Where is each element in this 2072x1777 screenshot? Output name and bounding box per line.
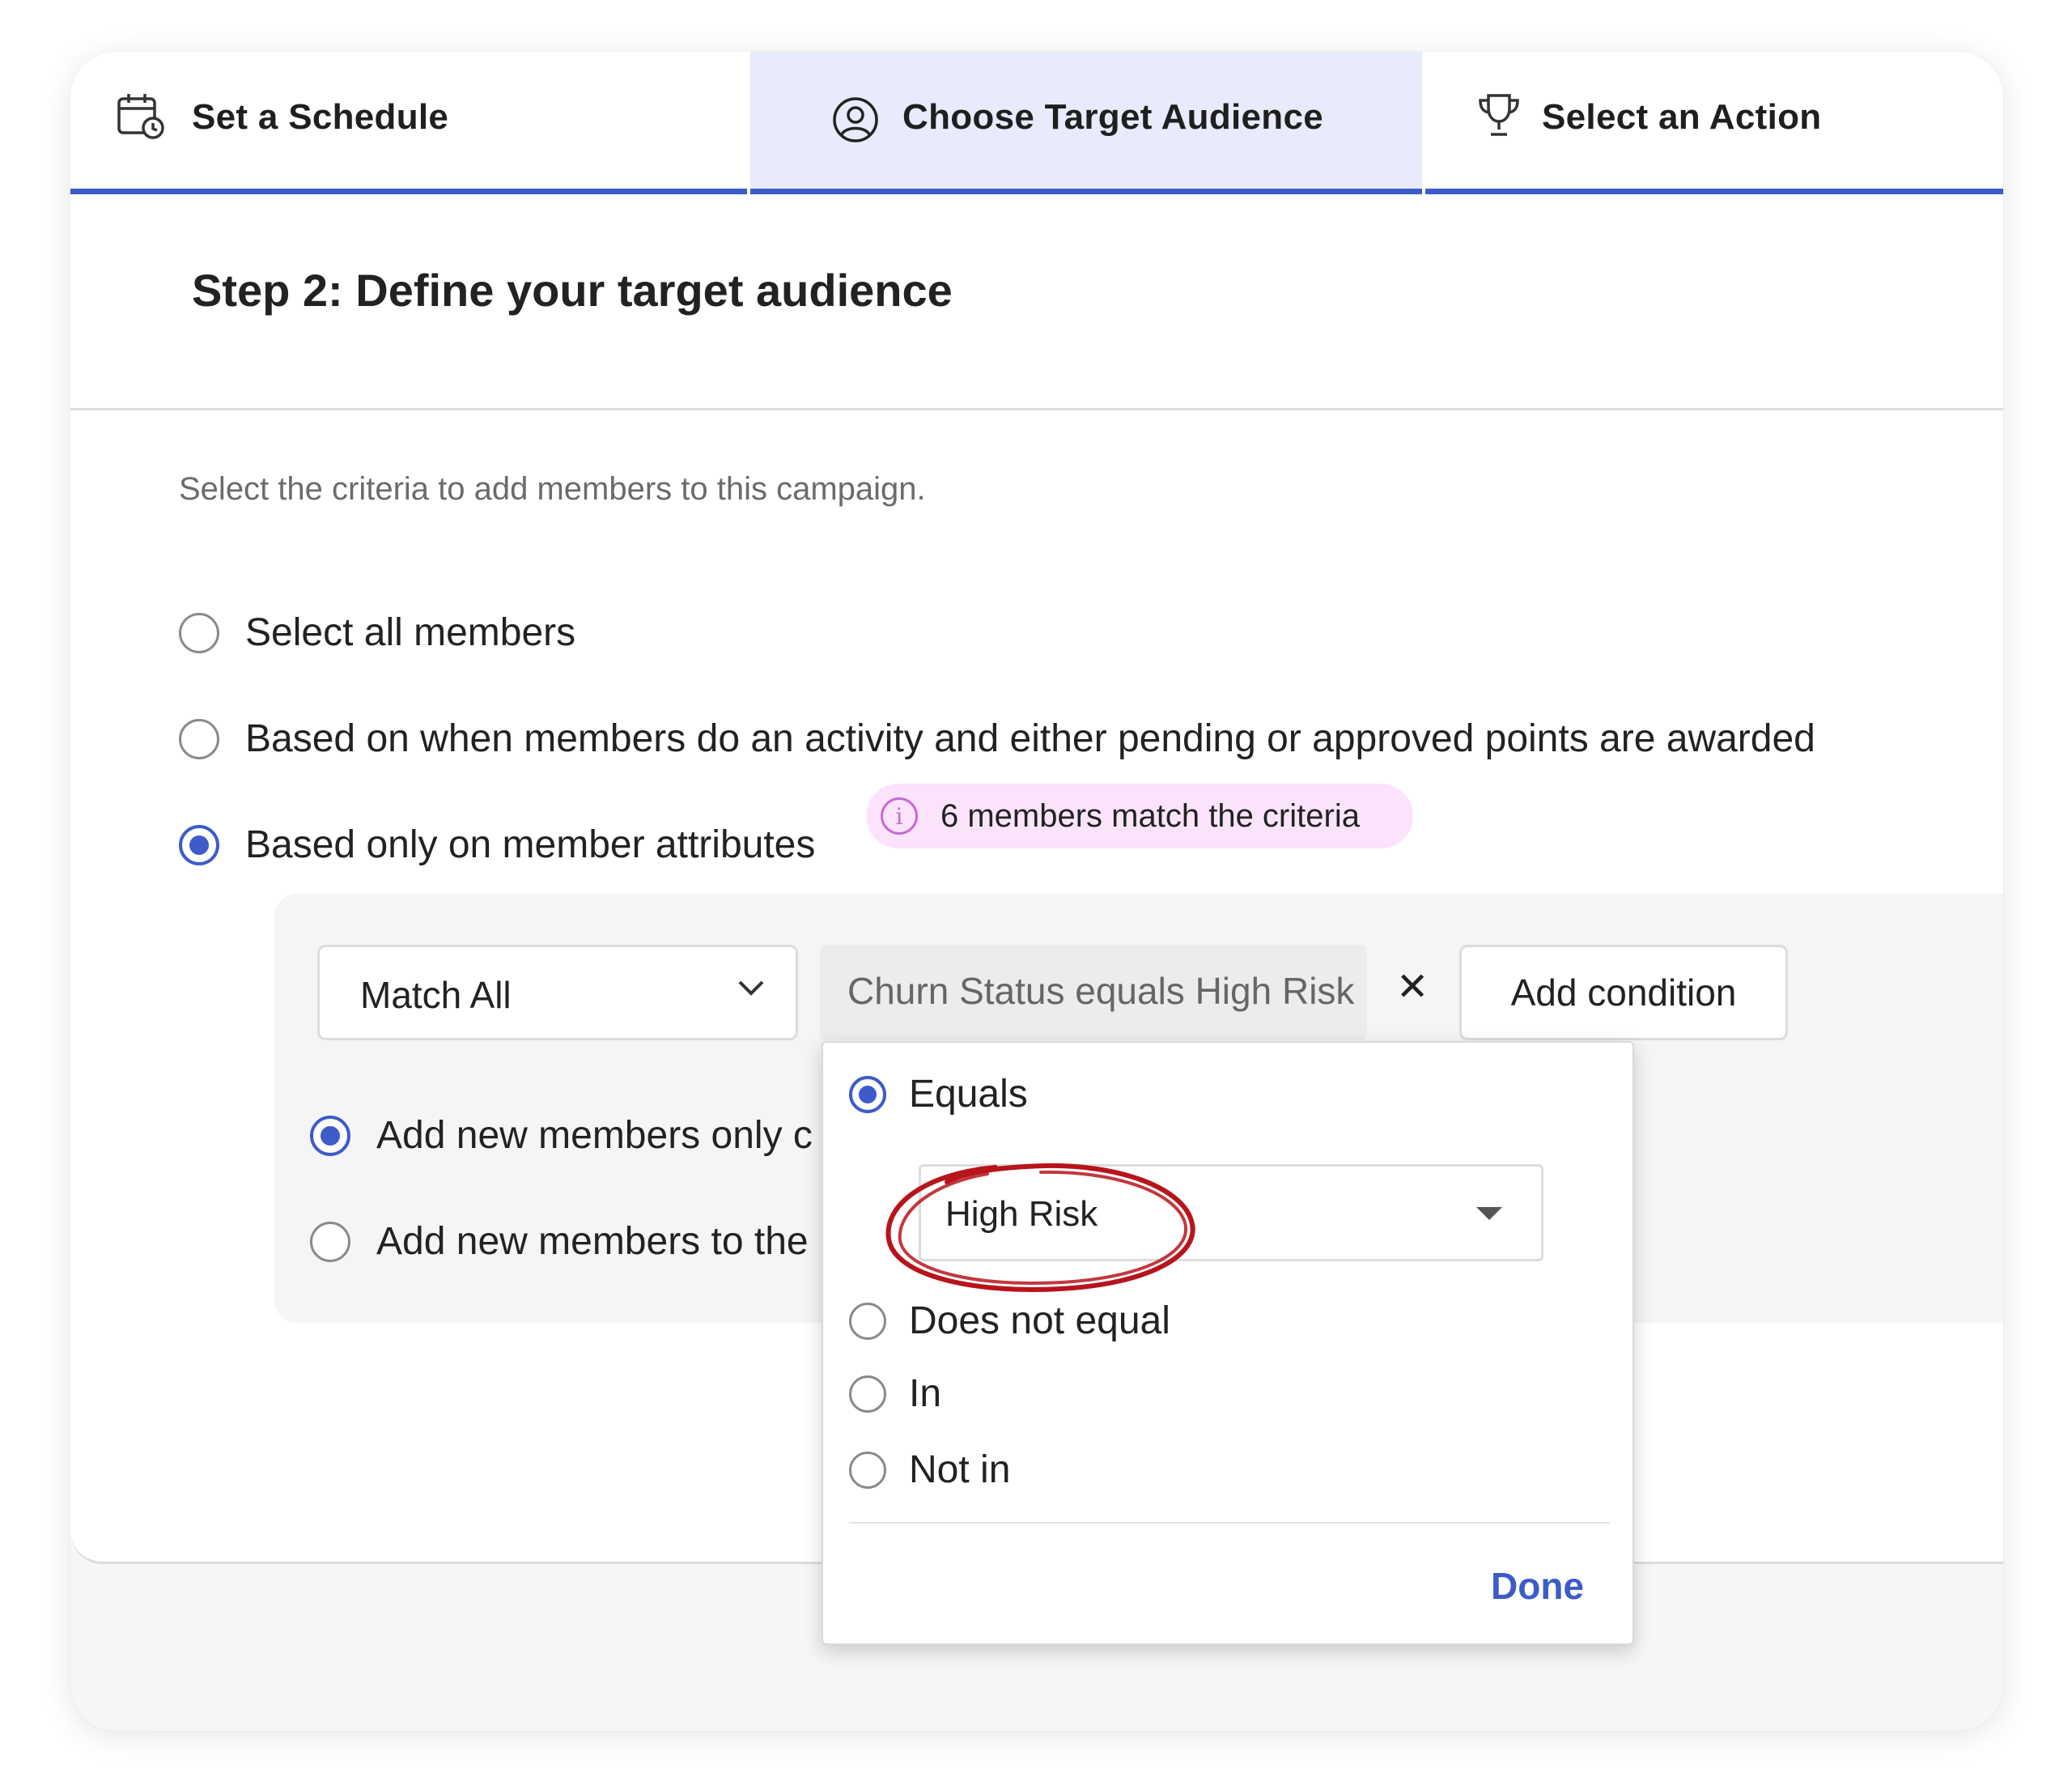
- divider: [70, 408, 2003, 410]
- user-circle-icon: [831, 96, 880, 148]
- operator-option-in[interactable]: In: [849, 1371, 941, 1416]
- option-label: Add new members to the: [376, 1220, 809, 1263]
- option-select-all[interactable]: Select all members: [179, 610, 575, 655]
- radio-button[interactable]: [179, 718, 219, 759]
- match-count-text: 6 members match the criteria: [940, 797, 1360, 834]
- match-mode-value: Match All: [360, 974, 512, 1016]
- condition-chip[interactable]: Churn Status equals High Risk ✕: [820, 945, 1429, 1040]
- radio-button[interactable]: [849, 1451, 886, 1489]
- operator-option-not-in[interactable]: Not in: [849, 1448, 1010, 1492]
- option-label: Add new members only c: [376, 1114, 813, 1157]
- divider: [849, 1522, 1610, 1524]
- option-label: Based on when members do an activity and…: [245, 717, 1815, 760]
- add-condition-button[interactable]: Add condition: [1459, 945, 1788, 1040]
- trophy-icon: [1475, 92, 1522, 143]
- radio-button[interactable]: [849, 1375, 886, 1413]
- campaign-card: Set a Schedule Choose Target Audience Se…: [70, 52, 2003, 1731]
- operator-label: Not in: [909, 1448, 1011, 1491]
- option-label: Select all members: [245, 611, 576, 654]
- add-mode-option-existing[interactable]: Add new members to the: [310, 1219, 809, 1264]
- match-count-badge: i 6 members match the criteria: [866, 784, 1413, 848]
- operator-option-equals[interactable]: Equals: [849, 1072, 1028, 1116]
- tab-select-action[interactable]: Select an Action: [1425, 52, 2003, 194]
- condition-text: Churn Status equals High Risk: [847, 970, 1355, 1012]
- calendar-clock-icon: [116, 91, 166, 145]
- radio-button-selected[interactable]: [849, 1075, 886, 1113]
- option-attribute-based[interactable]: Based only on member attributes: [179, 823, 815, 867]
- tab-choose-target-audience[interactable]: Choose Target Audience: [750, 52, 1422, 194]
- operator-label: Equals: [909, 1073, 1028, 1116]
- tab-label: Select an Action: [1542, 97, 1822, 137]
- annotation-circle: [885, 1163, 1195, 1292]
- tab-label: Choose Target Audience: [902, 97, 1324, 137]
- radio-button[interactable]: [849, 1302, 886, 1340]
- operator-label: In: [909, 1372, 942, 1415]
- page-title: Step 2: Define your target audience: [192, 265, 953, 316]
- radio-button-selected[interactable]: [310, 1115, 350, 1156]
- done-button[interactable]: Done: [1491, 1564, 1584, 1608]
- radio-button[interactable]: [310, 1221, 350, 1262]
- condition-operator-popover: Equals High Risk Does not equal In Not i…: [822, 1041, 1634, 1645]
- tab-set-schedule[interactable]: Set a Schedule: [70, 52, 747, 194]
- caret-down-icon: [1476, 1207, 1502, 1220]
- operator-label: Does not equal: [909, 1299, 1170, 1342]
- radio-button-selected[interactable]: [179, 824, 219, 865]
- radio-button[interactable]: [179, 612, 219, 653]
- criteria-intro: Select the criteria to add members to th…: [179, 471, 926, 507]
- info-icon: i: [881, 797, 918, 835]
- remove-condition-icon[interactable]: ✕: [1396, 964, 1429, 1010]
- option-activity-based[interactable]: Based on when members do an activity and…: [179, 716, 1815, 761]
- operator-option-does-not-equal[interactable]: Does not equal: [849, 1299, 1170, 1343]
- add-mode-option-new-only[interactable]: Add new members only c: [310, 1113, 813, 1158]
- tab-label: Set a Schedule: [192, 97, 449, 137]
- chevron-down-icon: [737, 980, 765, 1001]
- option-label: Based only on member attributes: [245, 823, 816, 866]
- match-mode-select[interactable]: Match All: [317, 945, 798, 1040]
